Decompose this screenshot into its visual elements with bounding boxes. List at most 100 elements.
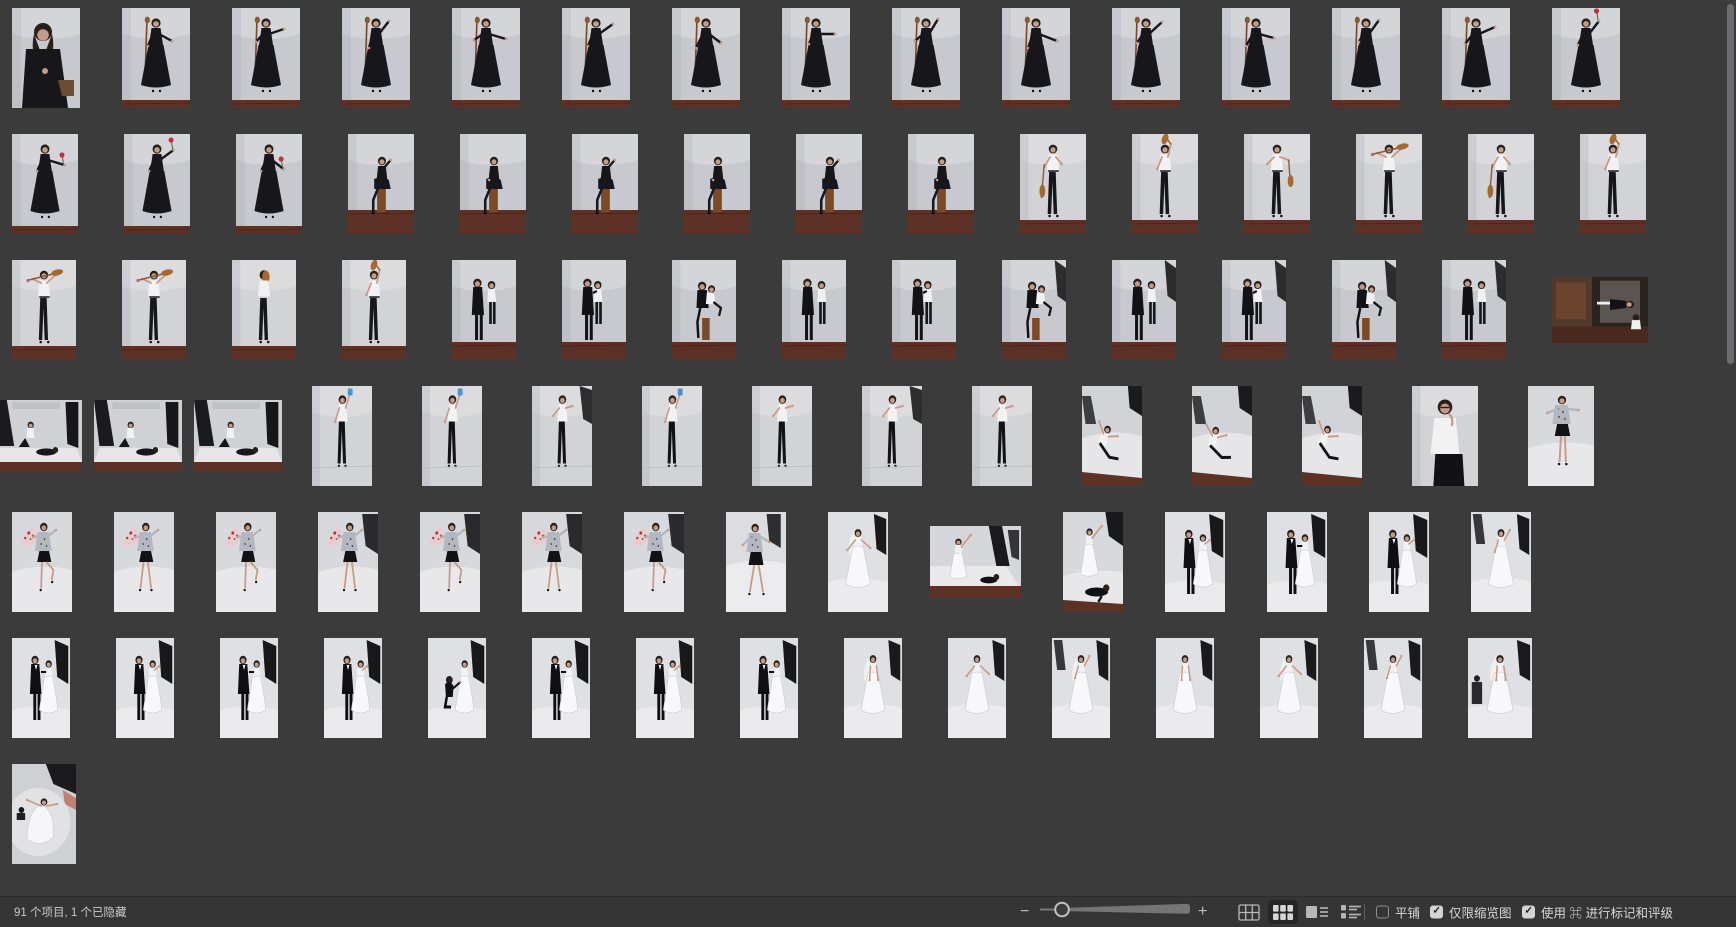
list-view-icon[interactable]: [1336, 900, 1366, 924]
photo-thumbnail-couple[interactable]: [1002, 260, 1066, 360]
photo-thumbnail-seated[interactable]: [796, 134, 862, 234]
photo-thumbnail-couple[interactable]: [1332, 260, 1396, 360]
zoom-out-icon[interactable]: −: [1020, 904, 1029, 920]
photo-thumbnail-duster[interactable]: [1580, 134, 1646, 234]
photo-thumbnail-bride[interactable]: [1052, 638, 1110, 738]
photo-thumbnail-whitetop[interactable]: [752, 386, 812, 486]
cmd-rating-checkbox[interactable]: [1522, 906, 1535, 919]
photo-thumbnail-seated[interactable]: [460, 134, 526, 234]
photo-thumbnail-bride[interactable]: [828, 512, 888, 612]
thumbnails-only-checkbox-label[interactable]: 仅限缩览图: [1449, 903, 1512, 922]
photo-thumbnail-rose[interactable]: [12, 134, 78, 234]
photo-thumbnail-couple[interactable]: [892, 260, 956, 360]
photo-thumbnail-bouquet[interactable]: [114, 512, 174, 612]
thumbnail-size-slider[interactable]: [1038, 899, 1194, 926]
photo-thumbnail-studland[interactable]: [194, 400, 282, 472]
photo-thumbnail-bridecrawl[interactable]: [1063, 512, 1123, 612]
photo-thumbnail-duster[interactable]: [122, 260, 186, 360]
photo-thumbnail-dress[interactable]: [1442, 8, 1510, 108]
tile-checkbox[interactable]: [1376, 906, 1389, 919]
photo-thumbnail-sprawl[interactable]: [1082, 386, 1142, 486]
thumbnails-view-icon[interactable]: [1268, 900, 1298, 924]
photo-thumbnail-dress[interactable]: [892, 8, 960, 108]
photo-thumbnail-sprawl[interactable]: [1302, 386, 1362, 486]
photo-thumbnail-couple[interactable]: [782, 260, 846, 360]
photo-thumbnail-wtclose[interactable]: [1412, 386, 1478, 486]
zoom-in-icon[interactable]: +: [1198, 904, 1207, 920]
photo-thumbnail-dress[interactable]: [562, 8, 630, 108]
photo-thumbnail-bouquet[interactable]: [318, 512, 378, 612]
photo-thumbnail-seated[interactable]: [684, 134, 750, 234]
photo-thumbnail-back[interactable]: [232, 260, 296, 360]
photo-thumbnail-wcouple[interactable]: [636, 638, 694, 738]
photo-thumbnail-whitetop[interactable]: [532, 386, 592, 486]
scrollbar[interactable]: [1727, 4, 1734, 364]
photo-thumbnail-dress[interactable]: [122, 8, 190, 108]
photo-thumbnail-duster[interactable]: [342, 260, 406, 360]
photo-thumbnail-dress[interactable]: [452, 8, 520, 108]
photo-thumbnail-wcouple[interactable]: [740, 638, 798, 738]
photo-thumbnail-whitetop[interactable]: [862, 386, 922, 486]
tile-checkbox-label[interactable]: 平铺: [1395, 903, 1420, 922]
photo-thumbnail-bouquet[interactable]: [624, 512, 684, 612]
photo-thumbnail-bouquet[interactable]: [522, 512, 582, 612]
photo-thumbnail-duster[interactable]: [1244, 134, 1310, 234]
photo-thumbnail-rotland[interactable]: [1552, 277, 1648, 343]
photo-thumbnail-bride[interactable]: [1468, 638, 1532, 738]
photo-thumbnail-whitetop[interactable]: [972, 386, 1032, 486]
photo-thumbnail-rose[interactable]: [236, 134, 302, 234]
photo-thumbnail-couple[interactable]: [562, 260, 626, 360]
photo-thumbnail-wcouple[interactable]: [116, 638, 174, 738]
photo-thumbnail-wcouple[interactable]: [1165, 512, 1225, 612]
photo-thumbnail-studland[interactable]: [94, 400, 182, 472]
photo-thumbnail-bouquet[interactable]: [216, 512, 276, 612]
photo-thumbnail-bride[interactable]: [1156, 638, 1214, 738]
photo-thumbnail-dress[interactable]: [782, 8, 850, 108]
photo-thumbnail-couple[interactable]: [1112, 260, 1176, 360]
photo-thumbnail-dress[interactable]: [342, 8, 410, 108]
photo-thumbnail-wcouple[interactable]: [532, 638, 590, 738]
photo-thumbnail-brideoverhead[interactable]: [12, 764, 76, 864]
tile-checkbox-group[interactable]: 平铺: [1376, 903, 1420, 922]
photo-thumbnail-duster[interactable]: [1356, 134, 1422, 234]
photo-thumbnail-bride[interactable]: [844, 638, 902, 738]
photo-thumbnail-dress[interactable]: [1112, 8, 1180, 108]
photo-thumbnail-wcouple[interactable]: [1267, 512, 1327, 612]
photo-thumbnail-dress[interactable]: [672, 8, 740, 108]
photo-thumbnail-closeup[interactable]: [12, 8, 80, 108]
photo-thumbnail-whitetop[interactable]: [642, 386, 702, 486]
photo-thumbnail-brideland[interactable]: [930, 526, 1021, 598]
photo-thumbnail-couple[interactable]: [672, 260, 736, 360]
photo-thumbnail-dress[interactable]: [1332, 8, 1400, 108]
photo-thumbnail-duster[interactable]: [12, 260, 76, 360]
photo-thumbnail-bride[interactable]: [948, 638, 1006, 738]
photo-thumbnail-seated[interactable]: [908, 134, 974, 234]
photo-thumbnail-dress[interactable]: [232, 8, 300, 108]
photo-thumbnail-studland[interactable]: [0, 400, 82, 472]
photo-thumbnail-wcouple[interactable]: [12, 638, 70, 738]
cmd-rating-checkbox-group[interactable]: 使用 ⌘ 进行标记和评级: [1522, 903, 1673, 922]
photo-thumbnail-duster[interactable]: [1132, 134, 1198, 234]
thumbnails-only-checkbox-group[interactable]: 仅限缩览图: [1430, 903, 1512, 922]
photo-thumbnail-rose[interactable]: [124, 134, 190, 234]
photo-thumbnail-wcouple[interactable]: [324, 638, 382, 738]
photo-thumbnail-whitetop[interactable]: [422, 386, 482, 486]
photo-thumbnail-bride[interactable]: [1260, 638, 1318, 738]
photo-thumbnail-bride[interactable]: [1471, 512, 1531, 612]
photo-thumbnail-couple[interactable]: [1442, 260, 1506, 360]
photo-thumbnail-duster[interactable]: [1020, 134, 1086, 234]
photo-thumbnail-couple[interactable]: [452, 260, 516, 360]
photo-thumbnail-whitetop[interactable]: [312, 386, 372, 486]
photo-thumbnail-seated[interactable]: [572, 134, 638, 234]
photo-thumbnail-dress[interactable]: [1222, 8, 1290, 108]
photo-thumbnail-bouquet[interactable]: [12, 512, 72, 612]
photo-thumbnail-duster[interactable]: [1468, 134, 1534, 234]
photo-thumbnail-patternwalk[interactable]: [726, 512, 786, 612]
thumbnail-list-view-icon[interactable]: [1302, 900, 1332, 924]
photo-thumbnail-pattern[interactable]: [1528, 386, 1594, 486]
grid-view-icon[interactable]: [1234, 900, 1264, 924]
cmd-rating-checkbox-label[interactable]: 使用 ⌘ 进行标记和评级: [1541, 903, 1673, 922]
photo-thumbnail-rose[interactable]: [1552, 8, 1620, 108]
photo-thumbnail-sprawl[interactable]: [1192, 386, 1252, 486]
photo-thumbnail-seated[interactable]: [348, 134, 414, 234]
